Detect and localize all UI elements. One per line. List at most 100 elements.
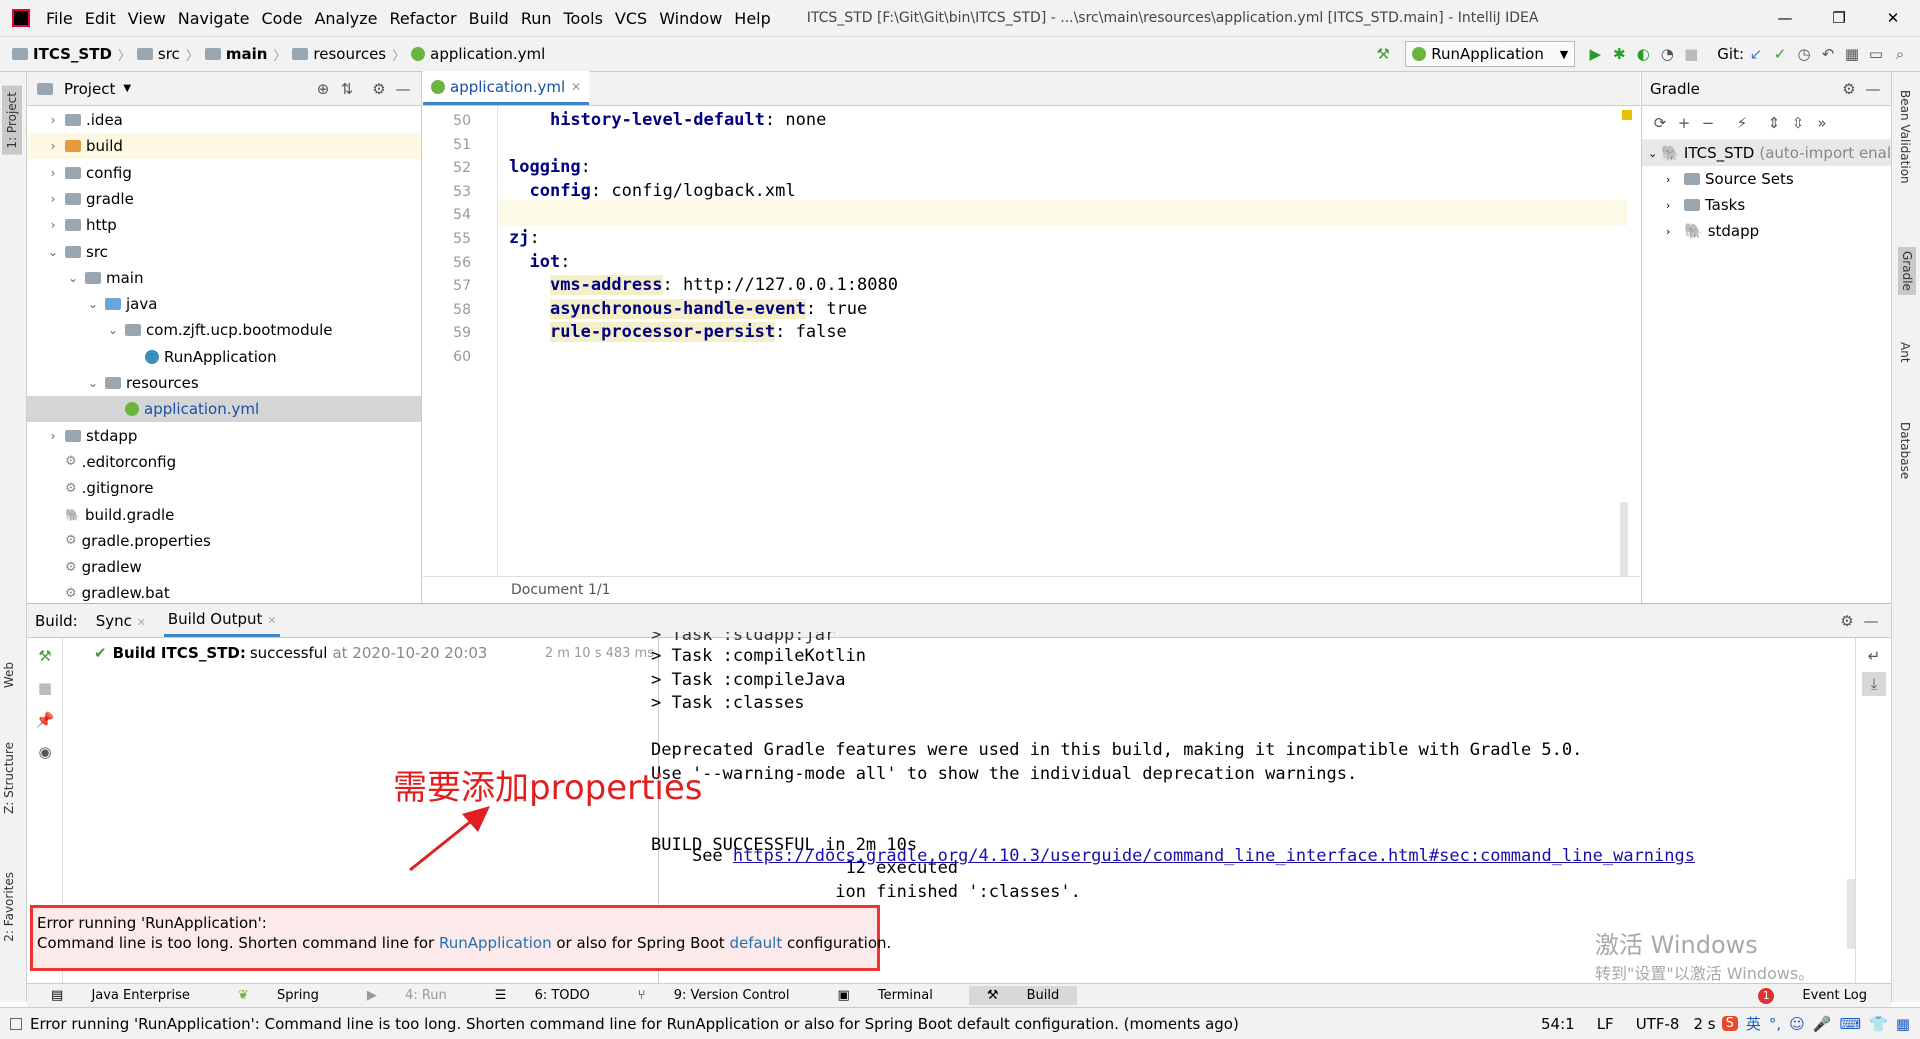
project-structure-icon[interactable]: ▦ — [1840, 42, 1864, 66]
tool-spring[interactable]: ❦ Spring — [226, 988, 331, 1003]
menu-file[interactable]: File — [46, 9, 73, 28]
microphone-icon[interactable]: 🎤 — [1813, 1015, 1832, 1033]
coverage-icon[interactable]: ◐ — [1631, 42, 1655, 66]
tree-item[interactable]: 🐘 build.gradle — [27, 502, 421, 528]
gradle-root[interactable]: ⌄ 🐘 ITCS_STD (auto-import enal — [1642, 140, 1891, 166]
tool-build[interactable]: ⚒ Build — [968, 986, 1078, 1005]
refresh-icon[interactable]: ⟳ — [1648, 111, 1672, 135]
code-area[interactable]: 50 history-level-default: none 51 52 loggin… — [423, 106, 1640, 576]
event-log[interactable]: 1 Event Log — [1746, 987, 1879, 1004]
run-config-select[interactable]: RunApplication ▼ — [1405, 41, 1576, 67]
menu-code[interactable]: Code — [262, 9, 303, 28]
tree-item[interactable]: › config — [27, 160, 421, 186]
gradle-item-source-sets[interactable]: › Source Sets — [1642, 166, 1891, 192]
tree-item[interactable]: application.yml — [27, 396, 421, 423]
scroll-to-end-icon[interactable]: ⤓ — [1862, 672, 1886, 696]
tab-web[interactable]: Web — [2, 662, 16, 688]
git-history-icon[interactable]: ◷ — [1792, 42, 1816, 66]
breadcrumb-src[interactable]: src 〉 — [136, 45, 199, 64]
tree-item[interactable]: ⚙ gradlew.bat — [27, 580, 421, 603]
chevron-down-icon[interactable]: ⌄ — [105, 323, 121, 337]
tool-version-control[interactable]: ⑂ 9: Version Control — [626, 988, 802, 1003]
tab-application-yml[interactable]: application.yml ✕ — [423, 71, 590, 105]
chevron-down-icon[interactable]: ⌄ — [65, 271, 81, 285]
tree-item[interactable]: ⌄ java — [27, 291, 421, 317]
tree-item[interactable]: › gradle — [27, 186, 421, 212]
gradle-item-tasks[interactable]: › Tasks — [1642, 192, 1891, 218]
toolbox-icon[interactable]: ▦ — [1896, 1015, 1910, 1033]
tab-ant[interactable]: Ant — [1898, 342, 1912, 363]
tool-terminal[interactable]: ▣ Terminal — [825, 988, 944, 1003]
git-rollback-icon[interactable]: ↶ — [1816, 42, 1840, 66]
build-hammer-icon[interactable]: ⚒ — [1371, 42, 1395, 66]
chevron-right-icon[interactable]: › — [45, 218, 61, 232]
line-separator[interactable]: LF — [1597, 1015, 1614, 1033]
tool-java-enterprise[interactable]: ▤ Java Enterprise — [39, 988, 202, 1003]
locate-icon[interactable]: ⊕ — [311, 77, 335, 101]
gradle-docs-link[interactable]: https://docs.gradle.org/4.10.3/userguide… — [733, 846, 1695, 866]
tree-item[interactable]: › http — [27, 212, 421, 238]
gear-icon[interactable]: ⚙ — [1835, 609, 1859, 633]
tree-item[interactable]: ⌄ com.zjft.ucp.bootmodule — [27, 317, 421, 343]
file-encoding[interactable]: UTF-8 — [1636, 1015, 1680, 1033]
menu-view[interactable]: View — [128, 9, 166, 28]
build-output-scrollbar[interactable] — [1847, 879, 1855, 949]
tree-item[interactable]: ⌄ resources — [27, 370, 421, 396]
indent-setting[interactable]: 2 s — [1693, 1015, 1715, 1033]
breadcrumb-resources[interactable]: resources 〉 — [292, 45, 405, 64]
chevron-right-icon[interactable]: › — [45, 429, 61, 443]
balloon-link-default[interactable]: default — [729, 934, 782, 952]
emoji-icon[interactable]: ☺ — [1789, 1015, 1805, 1033]
tool-run[interactable]: ▶ 4: Run — [355, 988, 459, 1003]
hide-icon[interactable]: — — [391, 77, 415, 101]
stop-icon[interactable]: ■ — [1679, 42, 1703, 66]
chevron-right-icon[interactable]: › — [45, 113, 61, 127]
tree-item[interactable]: › .idea — [27, 107, 421, 133]
remove-icon[interactable]: − — [1696, 111, 1720, 135]
tab-gradle[interactable]: Gradle — [1898, 247, 1916, 295]
menu-tools[interactable]: Tools — [564, 9, 603, 28]
tab-build-output[interactable]: Build Output ✕ — [163, 604, 281, 637]
tree-item[interactable]: ⌄ src — [27, 239, 421, 265]
chevron-down-icon[interactable]: ⌄ — [85, 297, 101, 311]
ime-logo-icon[interactable]: S — [1721, 1016, 1738, 1031]
close-button[interactable]: ✕ — [1866, 9, 1920, 27]
git-commit-icon[interactable]: ✓ — [1768, 42, 1792, 66]
chevron-down-icon[interactable]: ⌄ — [85, 376, 101, 390]
menu-help[interactable]: Help — [734, 9, 770, 28]
skin-icon[interactable]: 👕 — [1869, 1015, 1888, 1033]
chevron-down-icon[interactable]: ▼ — [123, 83, 131, 94]
chevron-right-icon[interactable]: › — [45, 139, 61, 153]
close-tab-icon[interactable]: ✕ — [571, 80, 581, 94]
gear-icon[interactable]: ⚙ — [367, 77, 391, 101]
gradle-item-stdapp[interactable]: › 🐘 stdapp — [1642, 218, 1891, 244]
menu-vcs[interactable]: VCS — [615, 9, 647, 28]
balloon-link-run-application[interactable]: RunApplication — [439, 934, 552, 952]
ime-mode[interactable]: 英 — [1746, 1013, 1761, 1034]
tab-bean-validation[interactable]: Bean Validation — [1898, 90, 1912, 184]
tab-project[interactable]: 1: Project — [2, 86, 22, 155]
minimize-button[interactable]: — — [1758, 9, 1812, 27]
breadcrumb-main[interactable]: main 〉 — [204, 45, 286, 64]
tree-item[interactable]: › stdapp — [27, 423, 421, 449]
menu-window[interactable]: Window — [659, 9, 722, 28]
tree-item[interactable]: ⚙ gradle.properties — [27, 528, 421, 554]
gear-icon[interactable]: ⚙ — [1837, 77, 1861, 101]
tab-favorites[interactable]: 2: Favorites — [2, 872, 16, 942]
more-icon[interactable]: » — [1810, 111, 1834, 135]
status-toggle-icon[interactable] — [10, 1017, 22, 1030]
search-icon[interactable]: ⌕ — [1888, 42, 1912, 66]
close-tab-icon[interactable]: ✕ — [267, 614, 276, 627]
add-icon[interactable]: + — [1672, 111, 1696, 135]
profile-icon[interactable]: ◔ — [1655, 42, 1679, 66]
run-icon[interactable]: ▶ — [1583, 42, 1607, 66]
breadcrumb-file[interactable]: application.yml — [411, 45, 545, 63]
tab-database[interactable]: Database — [1898, 422, 1912, 479]
hide-icon[interactable]: — — [1859, 609, 1883, 633]
collapse-all-icon[interactable]: ⇳ — [1786, 111, 1810, 135]
hide-icon[interactable]: — — [1861, 77, 1885, 101]
menu-analyze[interactable]: Analyze — [314, 9, 377, 28]
caret-position[interactable]: 54:1 — [1541, 1015, 1575, 1033]
menu-run[interactable]: Run — [521, 9, 552, 28]
tree-item[interactable]: ⌄ main — [27, 265, 421, 291]
